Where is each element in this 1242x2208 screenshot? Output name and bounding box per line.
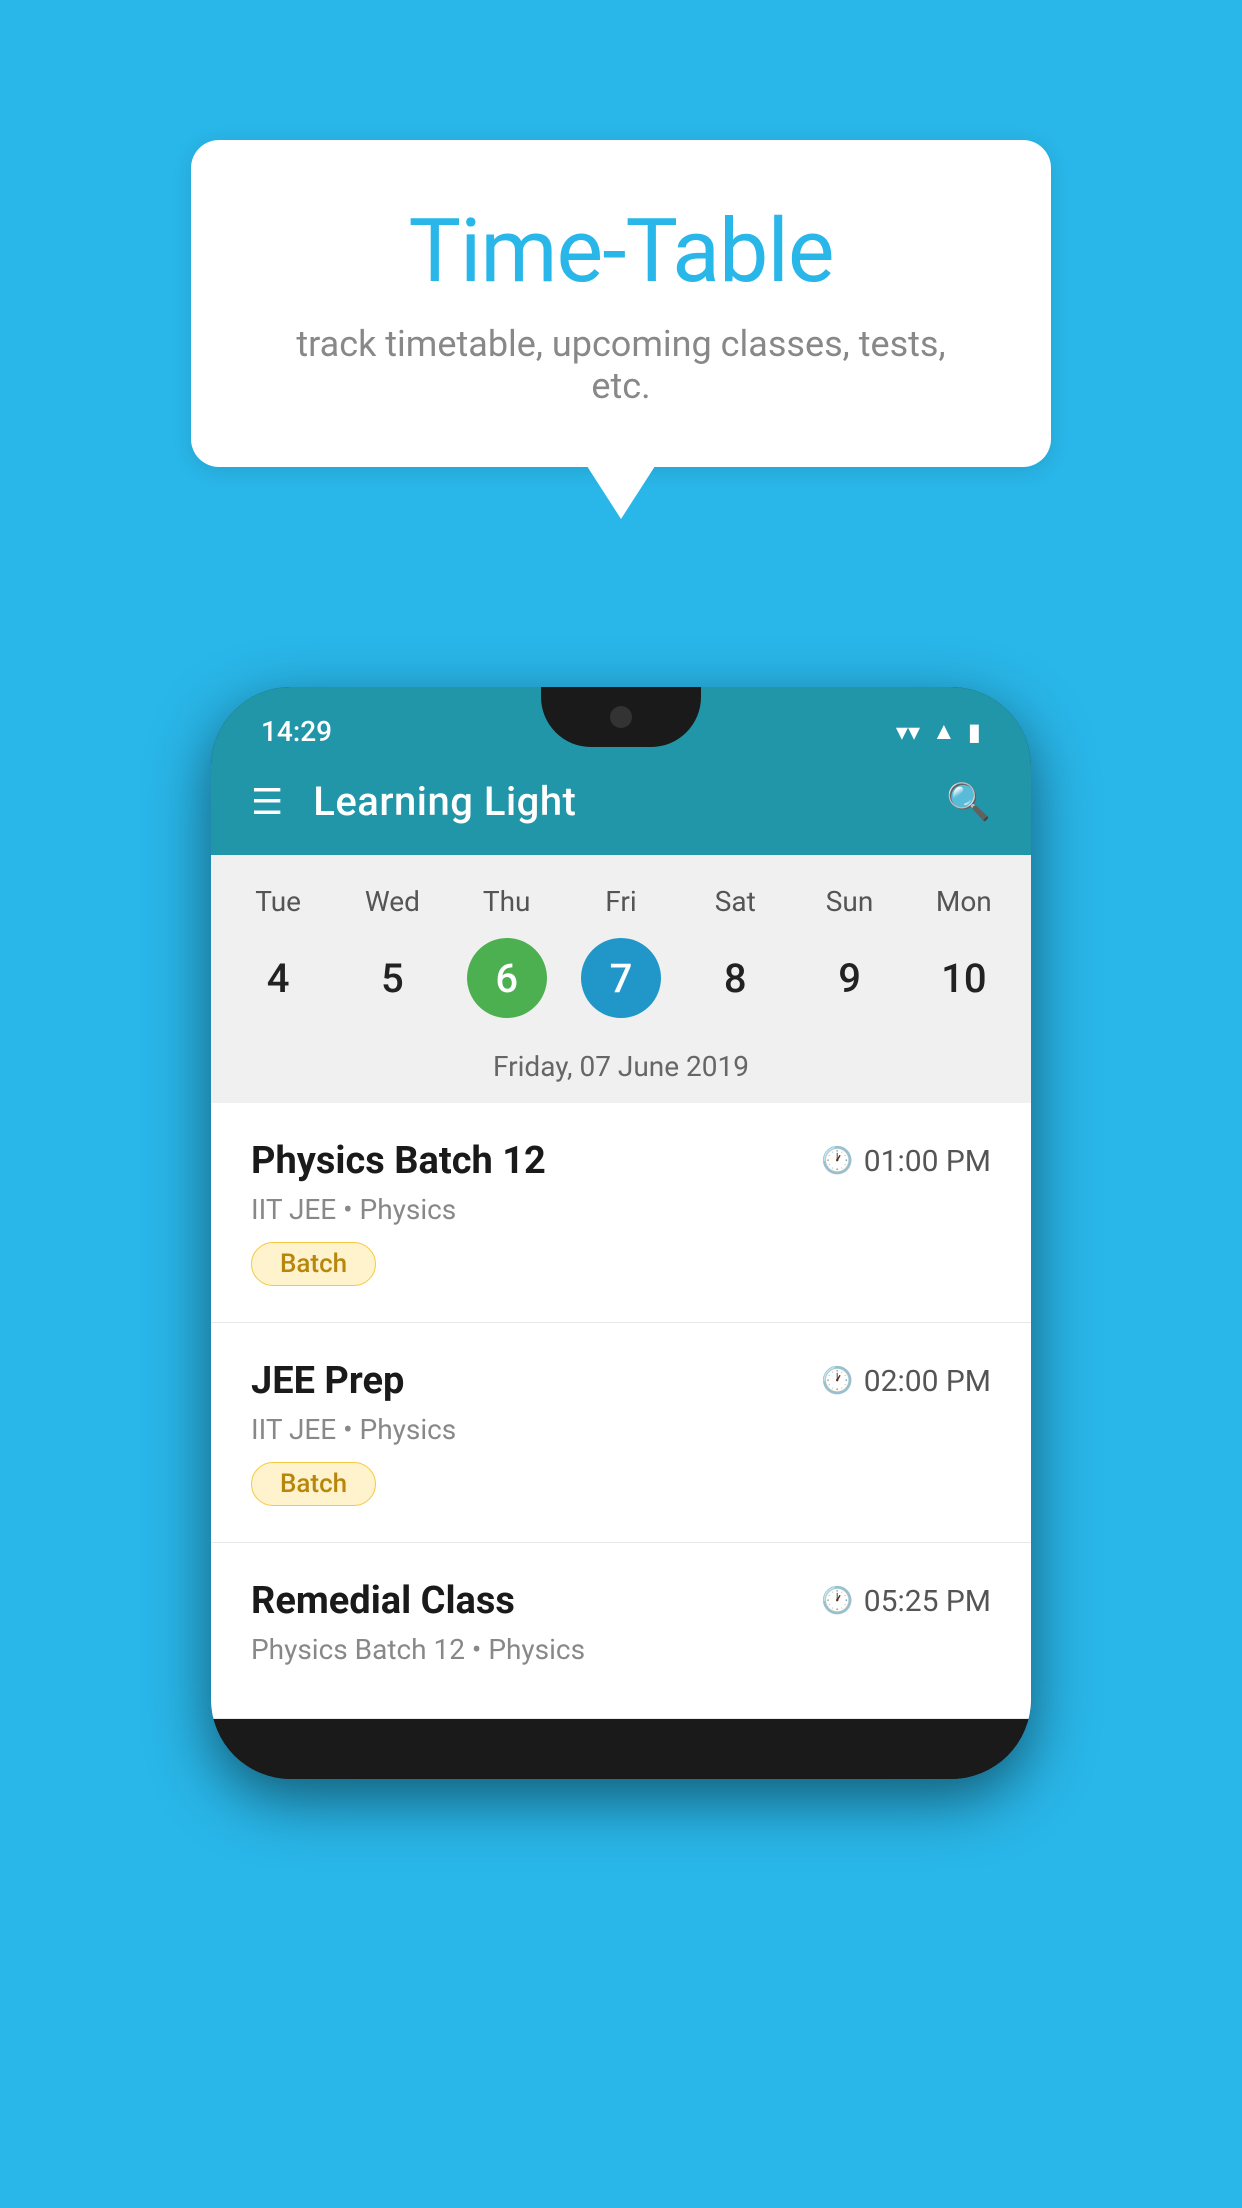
- speech-bubble: Time-Table track timetable, upcoming cla…: [191, 140, 1051, 467]
- day-header-mon: Mon: [907, 885, 1021, 918]
- phone-bottom: [211, 1719, 1031, 1779]
- selected-date-label: Friday, 07 June 2019: [221, 1038, 1021, 1103]
- schedule-item-1-header: JEE Prep 🕐 02:00 PM: [251, 1359, 991, 1403]
- camera: [610, 706, 632, 728]
- schedule-time-0: 🕐 01:00 PM: [821, 1144, 991, 1179]
- day-6-today[interactable]: 6: [467, 938, 547, 1018]
- schedule-time-1: 🕐 02:00 PM: [821, 1364, 991, 1399]
- clock-icon-2: 🕐: [821, 1586, 853, 1616]
- day-header-sun: Sun: [792, 885, 906, 918]
- wifi-icon: ▾▾: [896, 718, 920, 746]
- day-8[interactable]: 8: [678, 938, 792, 1018]
- day-header-thu: Thu: [450, 885, 564, 918]
- signal-icon: ▲: [932, 717, 956, 746]
- search-icon[interactable]: 🔍: [946, 781, 991, 823]
- schedule-item-1[interactable]: JEE Prep 🕐 02:00 PM IIT JEE • Physics Ba…: [211, 1323, 1031, 1543]
- schedule-item-0[interactable]: Physics Batch 12 🕐 01:00 PM IIT JEE • Ph…: [211, 1103, 1031, 1323]
- day-7-selected[interactable]: 7: [581, 938, 661, 1018]
- schedule-time-2: 🕐 05:25 PM: [821, 1584, 991, 1619]
- status-icons: ▾▾ ▲ ▮: [896, 717, 981, 746]
- clock-icon-1: 🕐: [821, 1366, 853, 1396]
- status-bar: 14:29 ▾▾ ▲ ▮: [211, 687, 1031, 748]
- schedule-item-0-header: Physics Batch 12 🕐 01:00 PM: [251, 1139, 991, 1183]
- hamburger-icon[interactable]: ☰: [251, 781, 283, 823]
- app-title: Learning Light: [313, 778, 916, 825]
- phone-frame: 14:29 ▾▾ ▲ ▮ ☰ Learning Light 🔍 Tue Wed …: [211, 687, 1031, 1779]
- status-time: 14:29: [261, 715, 332, 748]
- day-header-tue: Tue: [221, 885, 335, 918]
- clock-icon-0: 🕐: [821, 1146, 853, 1176]
- day-9[interactable]: 9: [792, 938, 906, 1018]
- schedule-subtitle-2: Physics Batch 12 • Physics: [251, 1633, 991, 1666]
- day-5[interactable]: 5: [335, 938, 449, 1018]
- day-10[interactable]: 10: [907, 938, 1021, 1018]
- schedule-item-2[interactable]: Remedial Class 🕐 05:25 PM Physics Batch …: [211, 1543, 1031, 1719]
- day-header-fri: Fri: [564, 885, 678, 918]
- batch-tag-0: Batch: [251, 1242, 376, 1286]
- schedule-title-1: JEE Prep: [251, 1359, 404, 1403]
- top-section: Time-Table track timetable, upcoming cla…: [0, 0, 1242, 547]
- day-header-sat: Sat: [678, 885, 792, 918]
- day-headers: Tue Wed Thu Fri Sat Sun Mon: [221, 875, 1021, 928]
- bubble-title: Time-Table: [271, 200, 971, 303]
- calendar-section: Tue Wed Thu Fri Sat Sun Mon 4 5 6 7 8 9 …: [211, 855, 1031, 1103]
- schedule-subtitle-0: IIT JEE • Physics: [251, 1193, 991, 1226]
- schedule-item-2-header: Remedial Class 🕐 05:25 PM: [251, 1579, 991, 1623]
- schedule-title-0: Physics Batch 12: [251, 1139, 546, 1183]
- notch: [541, 687, 701, 747]
- day-4[interactable]: 4: [221, 938, 335, 1018]
- schedule-title-2: Remedial Class: [251, 1579, 515, 1623]
- bubble-subtitle: track timetable, upcoming classes, tests…: [271, 323, 971, 407]
- day-numbers: 4 5 6 7 8 9 10: [221, 928, 1021, 1038]
- battery-icon: ▮: [968, 718, 981, 746]
- app-header: ☰ Learning Light 🔍: [211, 748, 1031, 855]
- batch-tag-1: Batch: [251, 1462, 376, 1506]
- day-header-wed: Wed: [335, 885, 449, 918]
- schedule-container: Physics Batch 12 🕐 01:00 PM IIT JEE • Ph…: [211, 1103, 1031, 1719]
- schedule-subtitle-1: IIT JEE • Physics: [251, 1413, 991, 1446]
- phone-wrapper: 14:29 ▾▾ ▲ ▮ ☰ Learning Light 🔍 Tue Wed …: [0, 687, 1242, 1819]
